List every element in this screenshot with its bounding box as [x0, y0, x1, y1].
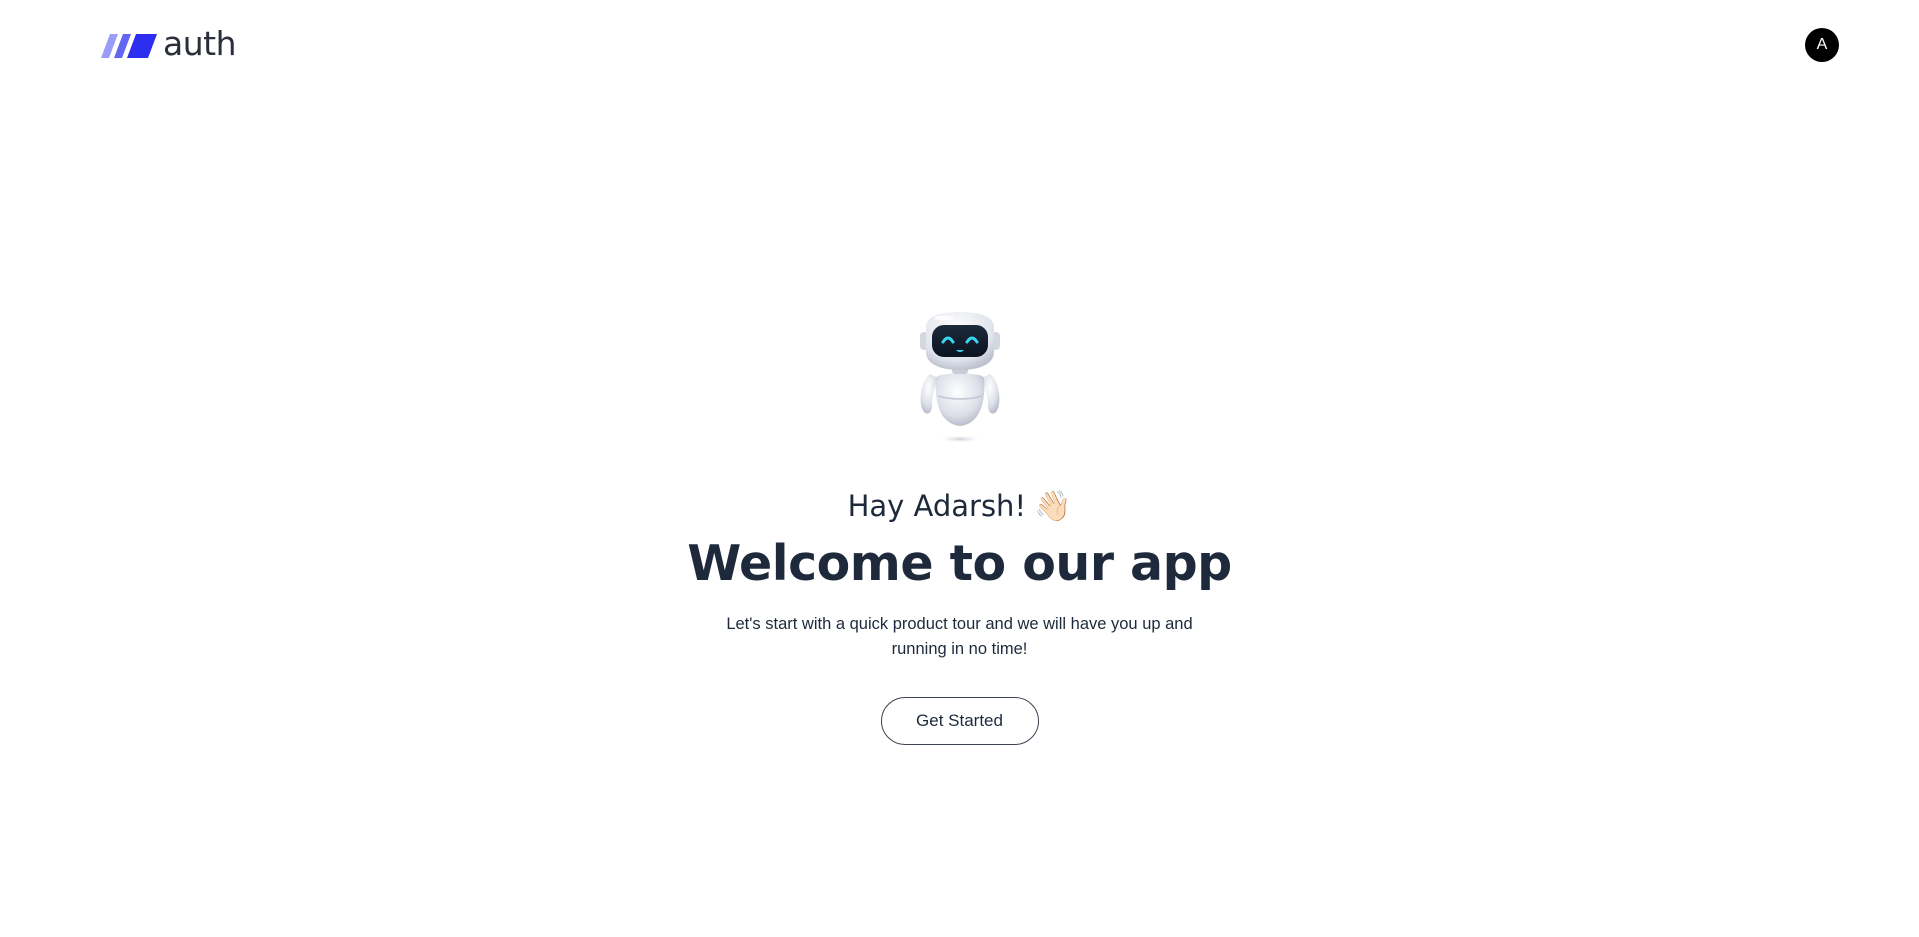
- app-logo[interactable]: auth: [101, 24, 237, 64]
- welcome-content: Hay Adarsh! 👋🏻 Welcome to our app Let's …: [0, 312, 1919, 745]
- greeting-heading: Hay Adarsh! 👋🏻: [848, 486, 1072, 526]
- avatar-initial: A: [1816, 36, 1828, 53]
- robot-mascot-icon: [919, 312, 1000, 443]
- get-started-button[interactable]: Get Started: [880, 697, 1039, 745]
- waving-hand-icon: 👋🏻: [1034, 488, 1072, 524]
- page-subtitle: Let's start with a quick product tour an…: [726, 615, 1193, 658]
- top-header: auth A: [0, 0, 1919, 90]
- greeting-text: Hay Adarsh!: [847, 489, 1027, 523]
- user-avatar[interactable]: A: [1805, 28, 1839, 62]
- auth-logo-stripes-icon: [101, 34, 157, 58]
- page-title: Welcome to our app: [687, 535, 1232, 592]
- welcome-page: auth A Hay Adarsh! 👋🏻 Welcome to our app…: [0, 0, 1919, 937]
- logo-text: auth: [163, 24, 237, 63]
